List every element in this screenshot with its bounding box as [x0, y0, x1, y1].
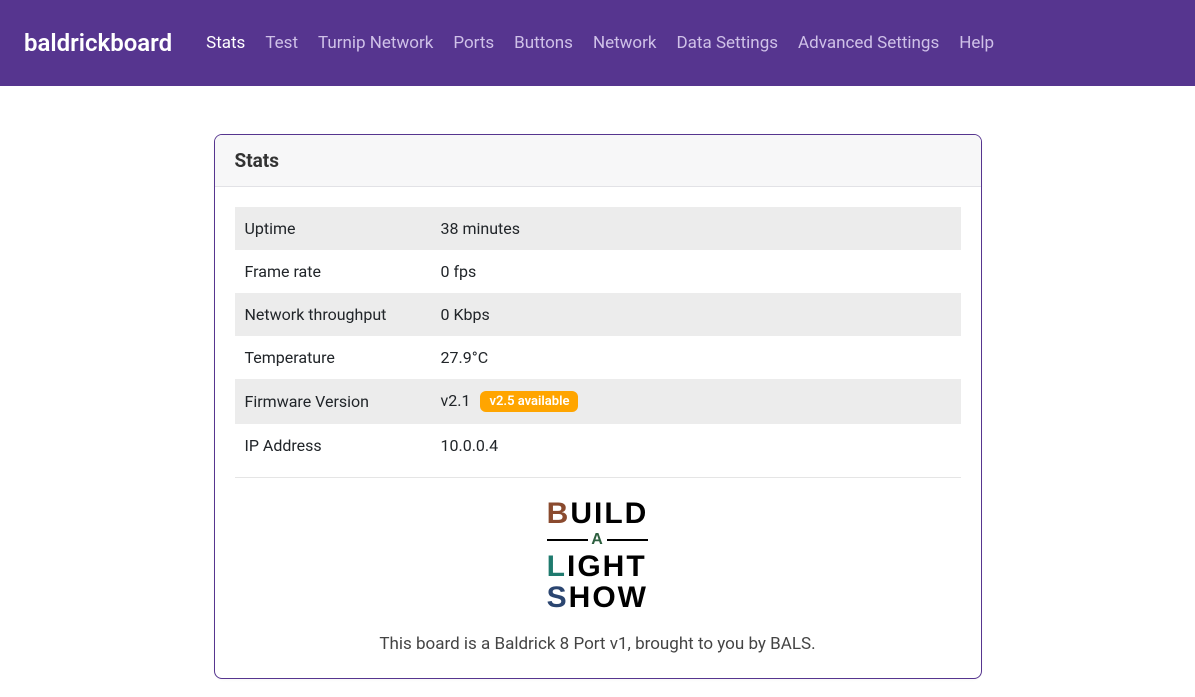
value-network-throughput: 0 Kbps — [431, 293, 961, 336]
nav-help[interactable]: Help — [949, 25, 1004, 61]
value-firmware: v2.1 — [441, 391, 471, 410]
value-frame-rate: 0 fps — [431, 250, 961, 293]
row-network-throughput: Network throughput 0 Kbps — [235, 293, 961, 336]
label-uptime: Uptime — [235, 207, 431, 250]
label-ip: IP Address — [235, 424, 431, 467]
nav-network[interactable]: Network — [583, 25, 667, 61]
logo-line-light: LIGHT — [547, 551, 649, 583]
brand-title[interactable]: baldrickboard — [24, 29, 172, 57]
label-frame-rate: Frame rate — [235, 250, 431, 293]
logo-line-show: SHOW — [547, 582, 649, 614]
nav-stats[interactable]: Stats — [196, 25, 255, 61]
row-ip: IP Address 10.0.0.4 — [235, 424, 961, 467]
label-network-throughput: Network throughput — [235, 293, 431, 336]
nav-test[interactable]: Test — [255, 25, 308, 61]
value-temperature: 27.9°C — [431, 336, 961, 379]
nav-data-settings[interactable]: Data Settings — [667, 25, 789, 61]
value-firmware-cell: v2.1 v2.5 available — [431, 379, 961, 424]
row-uptime: Uptime 38 minutes — [235, 207, 961, 250]
footer-section: BUILD A LIGHT SHOW This board is a Baldr… — [235, 498, 961, 653]
main-container: Stats Uptime 38 minutes Frame rate 0 fps… — [198, 134, 998, 679]
navbar: baldrickboard Stats Test Turnip Network … — [0, 0, 1195, 86]
row-firmware: Firmware Version v2.1 v2.5 available — [235, 379, 961, 424]
label-temperature: Temperature — [235, 336, 431, 379]
firmware-update-badge[interactable]: v2.5 available — [480, 391, 578, 412]
bals-logo: BUILD A LIGHT SHOW — [547, 498, 649, 613]
nav-advanced-settings[interactable]: Advanced Settings — [788, 25, 949, 61]
card-title: Stats — [215, 135, 981, 187]
nav-links: Stats Test Turnip Network Ports Buttons … — [196, 25, 1004, 61]
nav-buttons[interactable]: Buttons — [504, 25, 583, 61]
nav-turnip-network[interactable]: Turnip Network — [308, 25, 443, 61]
row-frame-rate: Frame rate 0 fps — [235, 250, 961, 293]
row-temperature: Temperature 27.9°C — [235, 336, 961, 379]
card-body: Uptime 38 minutes Frame rate 0 fps Netwo… — [215, 187, 981, 678]
nav-ports[interactable]: Ports — [443, 25, 504, 61]
value-uptime: 38 minutes — [431, 207, 961, 250]
value-ip: 10.0.0.4 — [431, 424, 961, 467]
logo-line-a: A — [547, 530, 649, 551]
stats-table: Uptime 38 minutes Frame rate 0 fps Netwo… — [235, 207, 961, 467]
logo-line-build: BUILD — [547, 498, 649, 530]
separator — [235, 477, 961, 478]
label-firmware: Firmware Version — [235, 379, 431, 424]
footer-text: This board is a Baldrick 8 Port v1, brou… — [235, 634, 961, 654]
stats-card: Stats Uptime 38 minutes Frame rate 0 fps… — [214, 134, 982, 679]
